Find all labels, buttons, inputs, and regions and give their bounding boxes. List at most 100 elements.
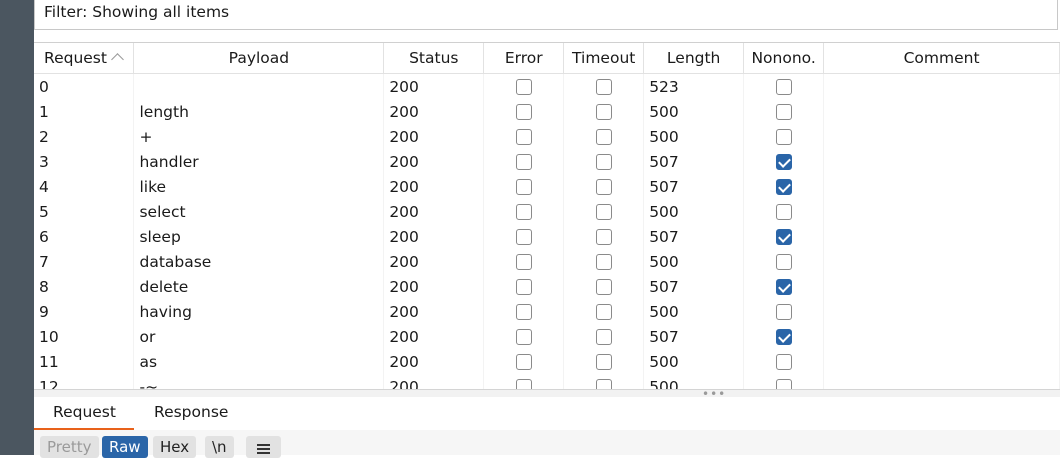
table-row[interactable]: 8 delete 200 507 <box>34 274 1060 299</box>
timeout-cell <box>563 124 645 149</box>
status-cell: 200 <box>383 224 485 249</box>
nonono-checkbox[interactable] <box>775 154 792 170</box>
column-header-error[interactable]: Error <box>483 43 565 74</box>
length-cell: 500 <box>643 99 745 124</box>
nonono-checkbox[interactable] <box>775 279 792 295</box>
status-cell: 200 <box>383 99 485 124</box>
table-header-row: Request Payload Status Error Timeout Len… <box>34 43 1060 74</box>
table-row[interactable]: 1 length 200 500 <box>34 99 1060 124</box>
timeout-checkbox[interactable] <box>595 179 612 195</box>
status-cell: 200 <box>383 349 485 374</box>
timeout-checkbox[interactable] <box>595 229 612 245</box>
nonono-checkbox[interactable] <box>775 229 792 245</box>
tab-request[interactable]: Request <box>53 403 116 421</box>
timeout-checkbox[interactable] <box>595 304 612 320</box>
error-checkbox[interactable] <box>515 179 532 195</box>
length-cell: 500 <box>643 249 745 274</box>
column-header-status[interactable]: Status <box>383 43 485 74</box>
timeout-checkbox[interactable] <box>595 154 612 170</box>
nonono-checkbox[interactable] <box>775 204 792 220</box>
table-row[interactable]: 12 -~ 200 500 <box>34 374 1060 390</box>
nonono-checkbox[interactable] <box>775 79 792 95</box>
status-cell: 200 <box>383 73 485 99</box>
payload-cell: sleep <box>133 224 385 249</box>
length-cell: 500 <box>643 349 745 374</box>
nonono-checkbox[interactable] <box>775 104 792 120</box>
error-checkbox[interactable] <box>515 204 532 220</box>
timeout-checkbox[interactable] <box>595 104 612 120</box>
request-number-cell: 10 <box>34 324 135 349</box>
error-cell <box>483 299 565 324</box>
length-cell: 507 <box>643 224 745 249</box>
table-row[interactable]: 10 or 200 507 <box>34 324 1060 349</box>
length-cell: 507 <box>643 149 745 174</box>
table-row[interactable]: 5 select 200 500 <box>34 199 1060 224</box>
nonono-checkbox[interactable] <box>775 354 792 370</box>
timeout-cell <box>563 99 645 124</box>
timeout-cell <box>563 149 645 174</box>
payload-cell: or <box>133 324 385 349</box>
error-cell <box>483 349 565 374</box>
timeout-checkbox[interactable] <box>595 354 612 370</box>
nonono-checkbox[interactable] <box>775 179 792 195</box>
results-table-container[interactable]: Request Payload Status Error Timeout Len… <box>34 42 1060 390</box>
payload-cell: -~ <box>133 374 385 390</box>
error-checkbox[interactable] <box>515 254 532 270</box>
column-header-timeout[interactable]: Timeout <box>563 43 645 74</box>
length-cell: 507 <box>643 324 745 349</box>
table-row[interactable]: 7 database 200 500 <box>34 249 1060 274</box>
filter-bar[interactable]: Filter: Showing all items <box>34 0 1058 30</box>
error-checkbox[interactable] <box>515 154 532 170</box>
error-checkbox[interactable] <box>515 79 532 95</box>
error-checkbox[interactable] <box>515 279 532 295</box>
column-header-comment[interactable]: Comment <box>823 43 1060 74</box>
nonono-checkbox[interactable] <box>775 329 792 345</box>
error-cell <box>483 274 565 299</box>
comment-cell <box>823 149 1060 174</box>
timeout-checkbox[interactable] <box>595 329 612 345</box>
comment-cell <box>823 73 1060 99</box>
column-header-length[interactable]: Length <box>643 43 745 74</box>
timeout-checkbox[interactable] <box>595 279 612 295</box>
nonono-checkbox[interactable] <box>775 129 792 145</box>
payload-cell: like <box>133 174 385 199</box>
error-checkbox[interactable] <box>515 354 532 370</box>
table-row[interactable]: 4 like 200 507 <box>34 174 1060 199</box>
nonono-cell <box>743 349 825 374</box>
nonono-checkbox[interactable] <box>775 304 792 320</box>
column-header-request[interactable]: Request <box>34 43 135 74</box>
error-cell <box>483 99 565 124</box>
column-header-payload[interactable]: Payload <box>133 43 385 74</box>
timeout-checkbox[interactable] <box>595 254 612 270</box>
error-checkbox[interactable] <box>515 229 532 245</box>
pane-splitter[interactable]: ••• <box>34 388 1060 400</box>
table-row[interactable]: 2 +200 500 <box>34 124 1060 149</box>
error-cell <box>483 249 565 274</box>
comment-cell <box>823 324 1060 349</box>
error-checkbox[interactable] <box>515 304 532 320</box>
error-checkbox[interactable] <box>515 129 532 145</box>
comment-cell <box>823 274 1060 299</box>
error-checkbox[interactable] <box>515 104 532 120</box>
request-number-cell: 4 <box>34 174 135 199</box>
timeout-checkbox[interactable] <box>595 204 612 220</box>
nonono-checkbox[interactable] <box>775 254 792 270</box>
table-row[interactable]: 3 handler 200 507 <box>34 149 1060 174</box>
status-cell: 200 <box>383 374 485 390</box>
table-row[interactable]: 11 as 200 500 <box>34 349 1060 374</box>
length-cell: 500 <box>643 199 745 224</box>
error-checkbox[interactable] <box>515 329 532 345</box>
timeout-checkbox[interactable] <box>595 129 612 145</box>
status-cell: 200 <box>383 199 485 224</box>
timeout-checkbox[interactable] <box>595 79 612 95</box>
table-row[interactable]: 6 sleep 200 507 <box>34 224 1060 249</box>
comment-cell <box>823 174 1060 199</box>
column-header-nonono[interactable]: Nonono. <box>743 43 825 74</box>
tab-response[interactable]: Response <box>154 403 228 421</box>
table-row[interactable]: 0 200 523 <box>34 73 1060 99</box>
length-cell: 500 <box>643 124 745 149</box>
request-number-cell: 9 <box>34 299 135 324</box>
timeout-cell <box>563 73 645 99</box>
comment-cell <box>823 199 1060 224</box>
table-row[interactable]: 9 having 200 500 <box>34 299 1060 324</box>
